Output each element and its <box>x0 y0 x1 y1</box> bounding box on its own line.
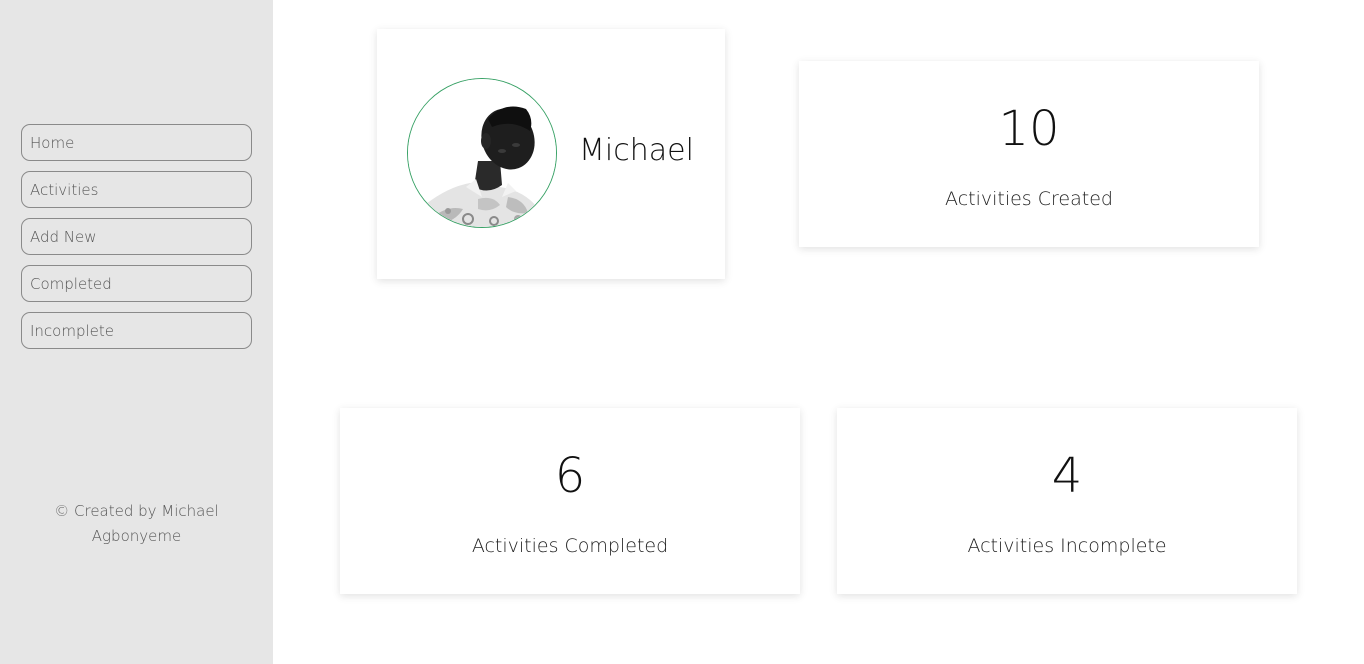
profile-card: Michael <box>377 29 725 279</box>
footer-credit-line2: Agbonyeme <box>91 527 182 545</box>
avatar-portrait-image <box>408 79 556 227</box>
stat-completed-label: Activities Completed <box>471 535 669 557</box>
sidebar-footer: © Created by Michael Agbonyeme <box>0 499 273 549</box>
stat-card-created: 10 Activities Created <box>799 61 1259 247</box>
profile-name: Michael <box>579 133 694 168</box>
sidebar-item-add-new[interactable]: Add New <box>21 218 252 255</box>
sidebar: Home Activities Add New Completed Incomp… <box>0 0 273 664</box>
avatar <box>407 78 557 228</box>
sidebar-item-activities[interactable]: Activities <box>21 171 252 208</box>
stat-incomplete-label: Activities Incomplete <box>967 535 1167 557</box>
footer-credit-line1: © Created by Michael <box>54 502 219 520</box>
sidebar-item-incomplete[interactable]: Incomplete <box>21 312 252 349</box>
stat-created-label: Activities Created <box>945 188 1113 210</box>
stat-card-incomplete: 4 Activities Incomplete <box>837 408 1297 594</box>
stat-created-value: 10 <box>998 101 1060 157</box>
stat-card-completed: 6 Activities Completed <box>340 408 800 594</box>
sidebar-item-completed[interactable]: Completed <box>21 265 252 302</box>
sidebar-item-home[interactable]: Home <box>21 124 252 161</box>
sidebar-nav: Home Activities Add New Completed Incomp… <box>21 124 252 359</box>
stat-completed-value: 6 <box>554 448 586 504</box>
stat-incomplete-value: 4 <box>1051 448 1083 504</box>
